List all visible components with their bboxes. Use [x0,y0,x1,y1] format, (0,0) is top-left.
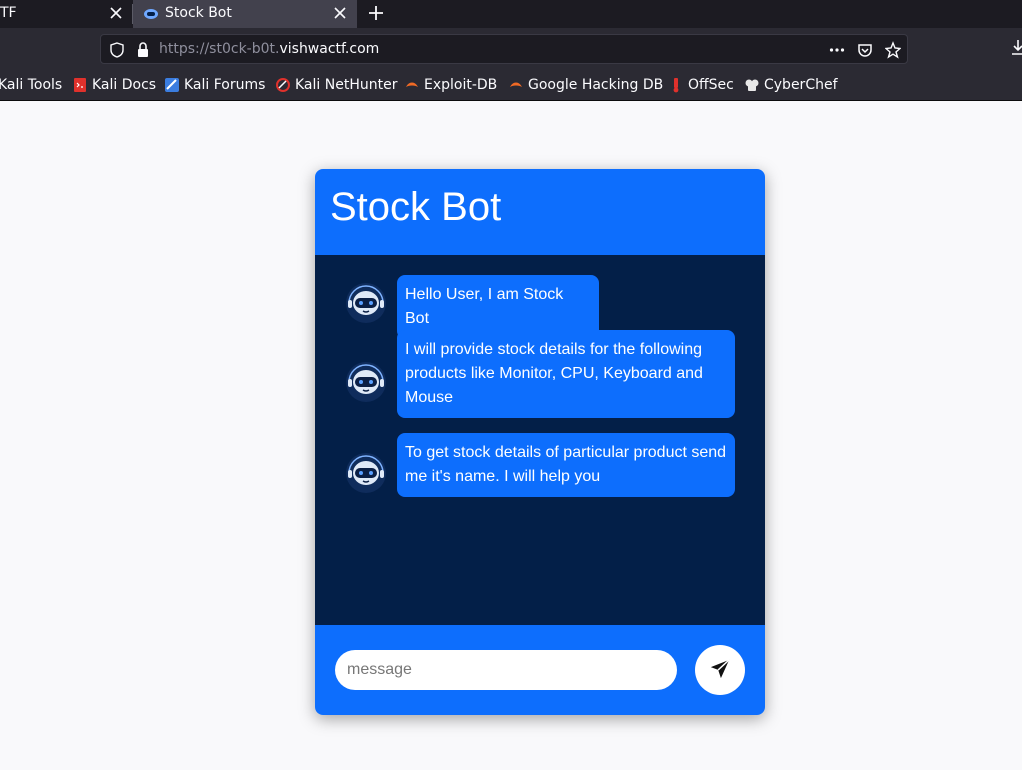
bookmark-kali-tools[interactable]: Kali Tools [0,75,62,95]
robot-favicon-icon [143,6,159,22]
tab-inactive[interactable]: TF [0,0,132,28]
navigation-toolbar: https://st0ck-b0t.vishwactf.com [0,28,1022,68]
bookmark-label: Kali Forums [184,77,266,93]
send-button[interactable] [695,645,745,695]
chat-title: Stock Bot [330,185,502,229]
robot-avatar-icon [344,360,388,404]
bookmark-label: Kali Tools [0,77,63,93]
bookmark-label: OffSec [688,77,734,93]
more-actions-icon[interactable] [829,41,845,59]
bookmark-kali-forums[interactable]: Kali Forums [164,75,265,95]
bookmark-offsec[interactable]: OffSec [668,75,734,95]
chat-header: Stock Bot [315,169,765,255]
url-host: vishwactf.com [279,41,380,57]
kali-forums-icon [164,77,180,93]
new-tab-plus-icon[interactable] [366,3,386,23]
url-prefix: https://st0ck-b0t. [159,41,280,57]
bookmark-cyberchef[interactable]: CyberChef [744,75,838,95]
message-bubble: I will provide stock details for the fol… [397,330,735,418]
exploit-db-icon [404,77,420,93]
robot-avatar-icon [344,281,388,325]
bookmark-label: Kali Docs [92,77,157,93]
bookmark-label: CyberChef [764,77,838,93]
pocket-icon[interactable] [857,41,873,59]
chat-footer [315,625,765,715]
ghdb-icon [508,77,524,93]
robot-avatar-icon [344,451,388,495]
shield-icon[interactable] [109,41,125,59]
url-actions [829,40,902,60]
kali-docs-icon [72,77,88,93]
bookmark-exploit-db[interactable]: Exploit-DB [404,75,497,95]
chat-widget: Stock Bot Hello User, I am Stock Bot I w… [315,169,765,715]
message-bubble: To get stock details of particular produ… [397,433,735,497]
message-input[interactable] [335,650,677,690]
bookmark-kali-docs[interactable]: Kali Docs [72,75,156,95]
lock-icon[interactable] [135,41,151,59]
bookmark-label: Exploit-DB [424,77,498,93]
bookmarks-toolbar: Kali Tools Kali Docs Kali Forums Kali Ne… [0,68,1022,101]
downloads-icon[interactable] [1010,38,1022,56]
tab-active[interactable]: Stock Bot [133,0,357,28]
close-icon[interactable] [108,4,124,22]
offsec-icon [668,77,684,93]
tab-title: TF [0,5,17,21]
tab-title: Stock Bot [165,5,232,21]
send-icon [709,658,731,683]
nethunter-icon [275,77,291,93]
chat-messages: Hello User, I am Stock Bot I will provid… [315,255,765,625]
bookmark-label: Kali NetHunter [295,77,398,93]
cyberchef-icon [744,77,760,93]
close-icon[interactable] [332,4,348,22]
bookmark-kali-nethunter[interactable]: Kali NetHunter [275,75,397,95]
tab-strip: TF Stock Bot [0,0,1022,28]
bookmark-star-icon[interactable] [884,41,902,59]
url-bar[interactable]: https://st0ck-b0t.vishwactf.com [100,34,908,64]
url-text[interactable]: https://st0ck-b0t.vishwactf.com [159,41,379,57]
bookmark-google-hacking-db[interactable]: Google Hacking DB [508,75,663,95]
bookmark-label: Google Hacking DB [528,77,664,93]
